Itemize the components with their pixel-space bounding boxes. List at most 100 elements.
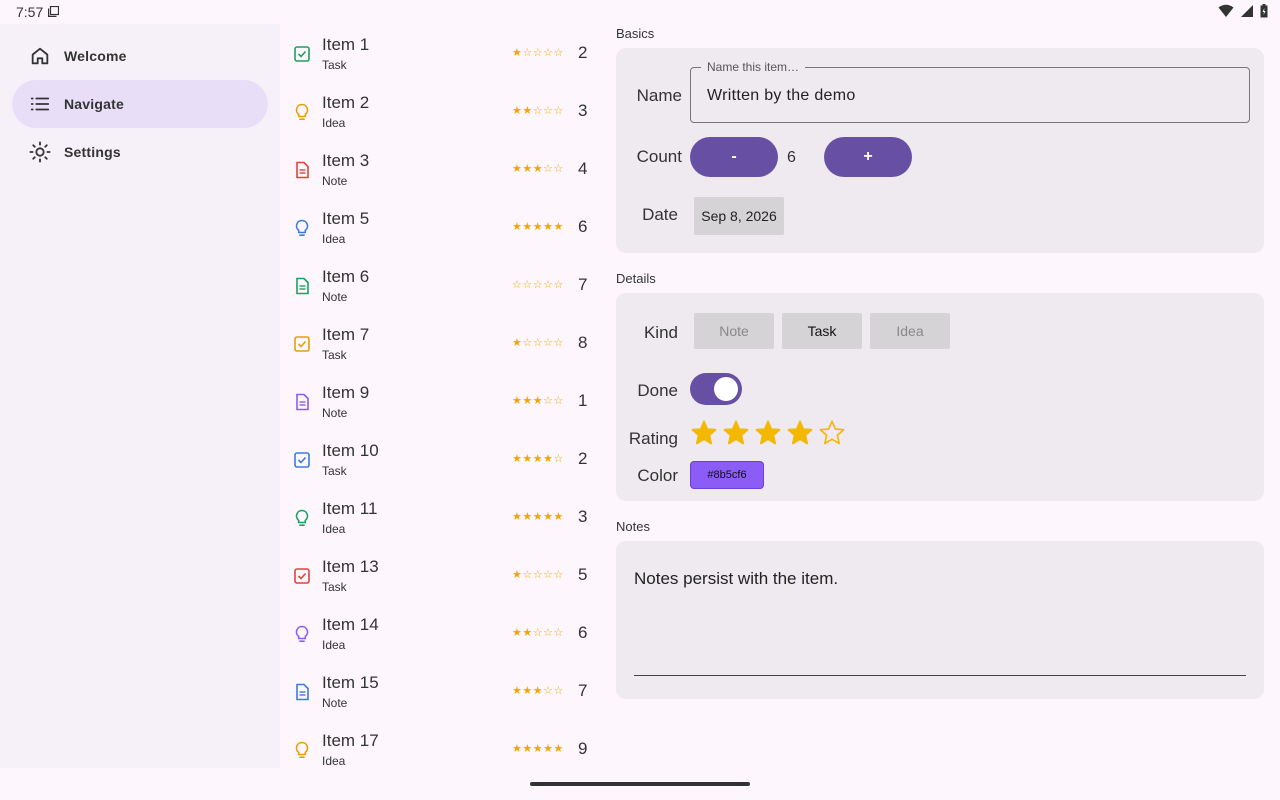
list-item-kind: Task [322,580,347,594]
list-item[interactable]: Item 17 Idea ★★★★★ 9 [280,720,600,768]
done-label: Done [637,381,678,400]
list-item-kind: Idea [322,754,346,768]
nav-item-settings[interactable]: Settings [12,128,268,176]
list-item-title: Item 9 [322,383,370,402]
list-item-title: Item 3 [322,151,370,170]
list-item-stars: ★★★☆☆ [512,163,564,175]
list-item-number: 7 [578,275,588,294]
wifi-icon [1218,4,1234,17]
screenshot-icon [48,6,59,17]
item-list[interactable]: Item 1 Task ★☆☆☆☆ 2 Item 2 Idea ★★☆☆☆ 3 Item 3 No… [280,24,600,768]
list-item-title: Item 13 [322,557,379,576]
nav-label-navigate: Navigate [64,96,124,112]
list-item-number: 4 [578,159,588,178]
list-item-kind: Note [322,290,348,304]
nav-item-welcome[interactable]: Welcome [12,32,268,80]
count-label: Count [636,147,682,166]
star-filled-icon[interactable] [722,419,750,447]
star-filled-icon[interactable] [690,419,718,447]
star-filled-icon[interactable] [754,419,782,447]
list-item-title: Item 1 [322,35,370,54]
list-item[interactable]: Item 13 Task ★☆☆☆☆ 5 [280,546,600,604]
list-item[interactable]: Item 5 Idea ★★★★★ 6 [280,198,600,256]
basics-card: Name Name this item… Written by the demo… [616,48,1264,253]
list-item-number: 3 [578,101,588,120]
kind-label: Kind [643,323,678,342]
rating-label: Rating [628,429,678,448]
navigation-drawer: Welcome Navigate Settings [0,24,280,768]
lightbulb-icon [292,740,312,760]
list-item-title: Item 2 [322,93,370,112]
list-item-stars: ★★★★★ [512,511,564,523]
list-item-number: 6 [578,623,588,642]
status-time: 7:57 [16,4,44,20]
section-label-notes: Notes [616,519,650,534]
list-item-number: 3 [578,507,588,526]
kind-option-idea[interactable]: Idea [870,313,950,349]
section-label-details: Details [616,271,656,286]
star-filled-icon[interactable] [786,419,814,447]
status-bar: 7:57 [0,0,1280,24]
list-item-kind: Task [322,464,347,478]
color-label: Color [637,466,678,485]
nav-label-settings: Settings [64,144,121,160]
note-document-icon [292,160,312,180]
nav-item-navigate[interactable]: Navigate [12,80,268,128]
list-item[interactable]: Item 9 Note ★★★☆☆ 1 [280,372,600,430]
list-item-kind: Idea [322,116,346,130]
signal-icon [1241,5,1253,17]
list-item-kind: Note [322,696,348,710]
list-item-title: Item 11 [322,499,378,518]
list-item-stars: ☆☆☆☆☆ [512,279,564,291]
lightbulb-icon [292,624,312,644]
name-field[interactable]: Name this item… Written by the demo [690,60,1250,123]
list-item[interactable]: Item 14 Idea ★★☆☆☆ 6 [280,604,600,662]
list-item-number: 1 [578,391,588,410]
list-item-number: 2 [578,43,588,62]
kind-option-task[interactable]: Task [782,313,862,349]
rating-stars[interactable] [690,419,846,447]
gesture-bar[interactable] [530,782,750,786]
lightbulb-icon [292,102,312,122]
list-item-kind: Idea [322,638,346,652]
kind-option-note[interactable]: Note [694,313,774,349]
note-document-icon [292,276,312,296]
list-item-kind: Idea [322,522,346,536]
list-item-title: Item 10 [322,441,379,460]
list-item[interactable]: Item 3 Note ★★★☆☆ 4 [280,140,600,198]
list-item-number: 5 [578,565,588,584]
list-item[interactable]: Item 11 Idea ★★★★★ 3 [280,488,600,546]
sun-icon [28,140,52,164]
nav-label-welcome: Welcome [64,48,127,64]
name-field-value[interactable]: Written by the demo [707,87,856,105]
color-swatch[interactable]: #8b5cf6 [690,461,764,489]
decrement-button[interactable]: - [690,137,778,177]
list-item-stars: ★★★☆☆ [512,395,564,407]
list-item[interactable]: Item 6 Note ☆☆☆☆☆ 7 [280,256,600,314]
list-item-kind: Note [322,174,348,188]
task-check-icon [292,334,312,354]
list-item-stars: ★★☆☆☆ [512,105,564,117]
star-outline-icon[interactable] [818,419,846,447]
increment-button[interactable]: + [824,137,912,177]
list-item-stars: ★★★★★ [512,221,564,233]
battery-icon [1260,4,1268,18]
list-item-stars: ★★☆☆☆ [512,627,564,639]
details-card: Kind Note Task Idea Done Rating Color #8… [616,293,1264,501]
list-item[interactable]: Item 2 Idea ★★☆☆☆ 3 [280,82,600,140]
date-picker-button[interactable]: Sep 8, 2026 [694,197,784,235]
name-field-label: Name this item… [701,60,806,74]
list-item[interactable]: Item 15 Note ★★★☆☆ 7 [280,662,600,720]
list-item-stars: ★☆☆☆☆ [512,47,564,59]
list-item-stars: ★★★★☆ [512,453,564,465]
lightbulb-icon [292,508,312,528]
home-icon [28,44,52,68]
list-item-number: 8 [578,333,588,352]
done-toggle[interactable] [690,373,742,405]
list-item-title: Item 6 [322,267,370,286]
list-item-number: 9 [578,739,588,758]
notes-textarea[interactable]: Notes persist with the item. [634,569,838,589]
list-item[interactable]: Item 1 Task ★☆☆☆☆ 2 [280,24,600,82]
list-item[interactable]: Item 10 Task ★★★★☆ 2 [280,430,600,488]
list-item[interactable]: Item 7 Task ★☆☆☆☆ 8 [280,314,600,372]
